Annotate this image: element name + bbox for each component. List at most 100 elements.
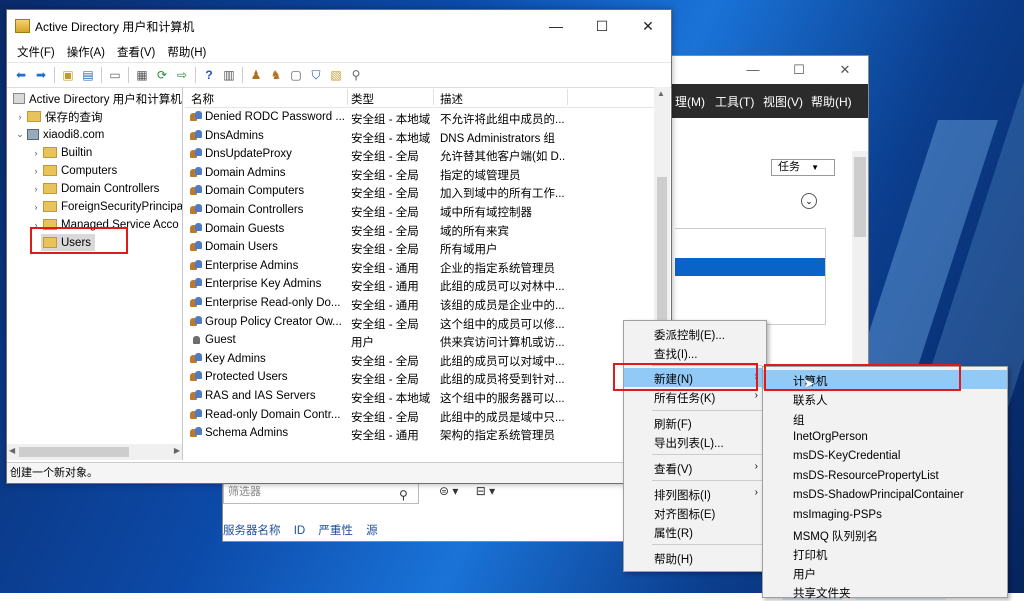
menu-file[interactable]: 文件(F)	[17, 44, 55, 60]
chevron-right-icon[interactable]: ›	[31, 166, 41, 176]
scroll-left-icon[interactable]: ◀	[9, 446, 15, 455]
table-row[interactable]: RAS and IAS Servers 安全组 - 本地域 这个组中的服务器可以..…	[185, 387, 655, 405]
table-row[interactable]: Key Admins 安全组 - 全局 此组的成员可以对域中...	[185, 350, 655, 368]
menu-item-find[interactable]: 查找(I)...	[624, 343, 766, 362]
submenu-item-msds-resourcepropertylist[interactable]: msDS-ResourcePropertyList	[763, 467, 1007, 486]
chevron-right-icon[interactable]: ›	[15, 112, 25, 122]
add-to-group-icon[interactable]: ⚲	[348, 68, 364, 82]
table-row[interactable]: Domain Users 安全组 - 全局 所有域用户	[185, 238, 655, 256]
chevron-down-icon[interactable]: ⌄	[15, 129, 25, 140]
table-row[interactable]: Domain Controllers 安全组 - 全局 域中所有域控制器	[185, 201, 655, 219]
menu-item-export[interactable]: 导出列表(L)...	[624, 432, 766, 451]
submenu-item-msimaging-psps[interactable]: msImaging-PSPs	[763, 506, 1007, 525]
col-name[interactable]: 名称	[191, 91, 214, 107]
tree-saved-queries[interactable]: › 保存的查询	[15, 108, 103, 125]
scroll-right-icon[interactable]: ▶	[174, 446, 180, 455]
menu-view[interactable]: 查看(V)	[117, 44, 155, 60]
new-user-icon[interactable]: ♟	[248, 68, 264, 82]
table-row[interactable]: Read-only Domain Contr... 安全组 - 全局 此组中的成员是…	[185, 406, 655, 424]
menu-item-view[interactable]: 查看(V) ›	[624, 458, 766, 477]
minimize-icon[interactable]: —	[730, 62, 776, 78]
tree-horizontal-scrollbar[interactable]: ◀ ▶	[7, 444, 182, 460]
clipboard-icon[interactable]: ▭	[107, 68, 123, 82]
tree-root[interactable]: Active Directory 用户和计算机	[11, 90, 182, 107]
menu-help[interactable]: 帮助(H)	[811, 93, 852, 110]
chevron-right-icon[interactable]: ›	[31, 148, 41, 158]
table-row[interactable]: Domain Guests 安全组 - 全局 域的所有来宾	[185, 220, 655, 238]
back-icon[interactable]: ⬅	[13, 68, 29, 82]
table-row[interactable]: Group Policy Creator Ow... 安全组 - 全局 这个组中的成…	[185, 313, 655, 331]
submenu-item-contact[interactable]: 联系人	[763, 389, 1007, 408]
tree-item-computers[interactable]: › Computers	[31, 162, 118, 179]
menu-action[interactable]: 操作(A)	[67, 44, 105, 60]
table-row[interactable]: Schema Admins 安全组 - 通用 架构的指定系统管理员	[185, 424, 655, 442]
chevron-right-icon[interactable]: ›	[31, 184, 41, 194]
col-source[interactable]: 源	[366, 525, 378, 537]
submenu-item-user[interactable]: 用户	[763, 563, 1007, 582]
table-row[interactable]: Domain Admins 安全组 - 全局 指定的域管理员	[185, 164, 655, 182]
col-type[interactable]: 类型	[351, 91, 374, 107]
submenu-item-printer[interactable]: 打印机	[763, 544, 1007, 563]
scroll-up-icon[interactable]: ▲	[657, 89, 665, 98]
maximize-icon[interactable]: ☐	[579, 18, 625, 35]
tree-item-domain-controllers[interactable]: › Domain Controllers	[31, 180, 160, 197]
tree-domain[interactable]: ⌄ xiaodi8.com	[15, 126, 104, 143]
find-icon[interactable]: ▧	[328, 68, 344, 82]
menu-manage[interactable]: 理(M)	[675, 93, 705, 110]
submenu-item-group[interactable]: 组	[763, 409, 1007, 428]
save-options-icon[interactable]: ⊟ ▾	[476, 484, 495, 498]
table-row[interactable]: Enterprise Key Admins 安全组 - 通用 此组的成员可以对林中.…	[185, 275, 655, 293]
users-highlight-box	[30, 227, 128, 254]
forward-icon[interactable]: ➡	[33, 68, 49, 82]
menu-item-help[interactable]: 帮助(H)	[624, 548, 766, 567]
col-severity[interactable]: 严重性	[318, 525, 353, 537]
table-row[interactable]: DnsUpdateProxy 安全组 - 全局 允许替其他客户端(如 D...	[185, 145, 655, 163]
table-row[interactable]: Enterprise Admins 安全组 - 通用 企业的指定系统管理员	[185, 257, 655, 275]
new-ou-icon[interactable]: ▢	[288, 68, 304, 82]
submenu-item-shared-folder[interactable]: 共享文件夹	[763, 582, 1007, 601]
refresh-icon[interactable]: ⟳	[154, 68, 170, 82]
table-row[interactable]: Guest 用户 供来宾访问计算机或访...	[185, 331, 655, 349]
up-folder-icon[interactable]: ▣	[60, 68, 76, 82]
table-row[interactable]: Denied RODC Password ... 安全组 - 本地域 不允许将此组中…	[185, 108, 655, 126]
console-tree-icon[interactable]: ▤	[80, 68, 96, 82]
col-description[interactable]: 描述	[440, 91, 463, 107]
minimize-icon[interactable]: —	[533, 18, 579, 35]
table-row[interactable]: DnsAdmins 安全组 - 本地域 DNS Administrators 组	[185, 127, 655, 145]
expand-circle-icon[interactable]: ⌄	[801, 193, 817, 209]
submenu-item-msmq-alias[interactable]: MSMQ 队列别名	[763, 525, 1007, 544]
close-icon[interactable]: ✕	[822, 62, 868, 78]
new-group-icon[interactable]: ♞	[268, 68, 284, 82]
table-row[interactable]: Domain Computers 安全组 - 全局 加入到域中的所有工作...	[185, 182, 655, 200]
maximize-icon[interactable]: ☐	[776, 62, 822, 78]
view-icon[interactable]: ▥	[221, 68, 237, 82]
export-icon[interactable]: ⇨	[174, 68, 190, 82]
menu-view[interactable]: 视图(V)	[763, 93, 803, 110]
menu-item-delegate[interactable]: 委派控制(E)...	[624, 324, 766, 343]
properties-icon[interactable]: ▦	[134, 68, 150, 82]
menu-item-properties[interactable]: 属性(R)	[624, 522, 766, 541]
submenu-item-msds-shadowprincipalcontainer[interactable]: msDS-ShadowPrincipalContainer	[763, 486, 1007, 505]
filter-icon[interactable]: ⛉	[308, 68, 324, 82]
help-icon[interactable]: ?	[201, 68, 217, 82]
tree-item-builtin[interactable]: › Builtin	[31, 144, 93, 161]
col-server-name[interactable]: 服务器名称	[223, 525, 281, 537]
menu-item-arrange-icons[interactable]: 排列图标(I) ›	[624, 484, 766, 503]
list-options-icon[interactable]: ⊜ ▾	[439, 484, 458, 498]
submenu-item-inetorgperson[interactable]: InetOrgPerson	[763, 428, 1007, 447]
menu-help[interactable]: 帮助(H)	[167, 44, 206, 60]
bottom-columns: 服务器名称 ID 严重性 源	[223, 522, 388, 538]
menu-tools[interactable]: 工具(T)	[715, 93, 754, 110]
col-id[interactable]: ID	[294, 525, 306, 537]
close-icon[interactable]: ✕	[625, 18, 671, 35]
table-row[interactable]: Protected Users 安全组 - 全局 此组的成员将受到针对...	[185, 368, 655, 386]
table-row[interactable]: Enterprise Read-only Do... 安全组 - 通用 该组的成员是…	[185, 294, 655, 312]
tasks-dropdown[interactable]: 任务 ▼	[771, 159, 835, 176]
submenu-item-msds-keycredential[interactable]: msDS-KeyCredential	[763, 447, 1007, 466]
cell-type: 安全组 - 通用	[351, 300, 419, 312]
chevron-right-icon[interactable]: ›	[31, 202, 41, 212]
view-buttons[interactable]: ⊜ ▾ ⊟ ▾	[439, 484, 495, 498]
menu-item-refresh[interactable]: 刷新(F)	[624, 413, 766, 432]
menu-item-line-up-icons[interactable]: 对齐图标(E)	[624, 503, 766, 522]
tree-item-foreign-security[interactable]: › ForeignSecurityPrincipa	[31, 198, 183, 215]
